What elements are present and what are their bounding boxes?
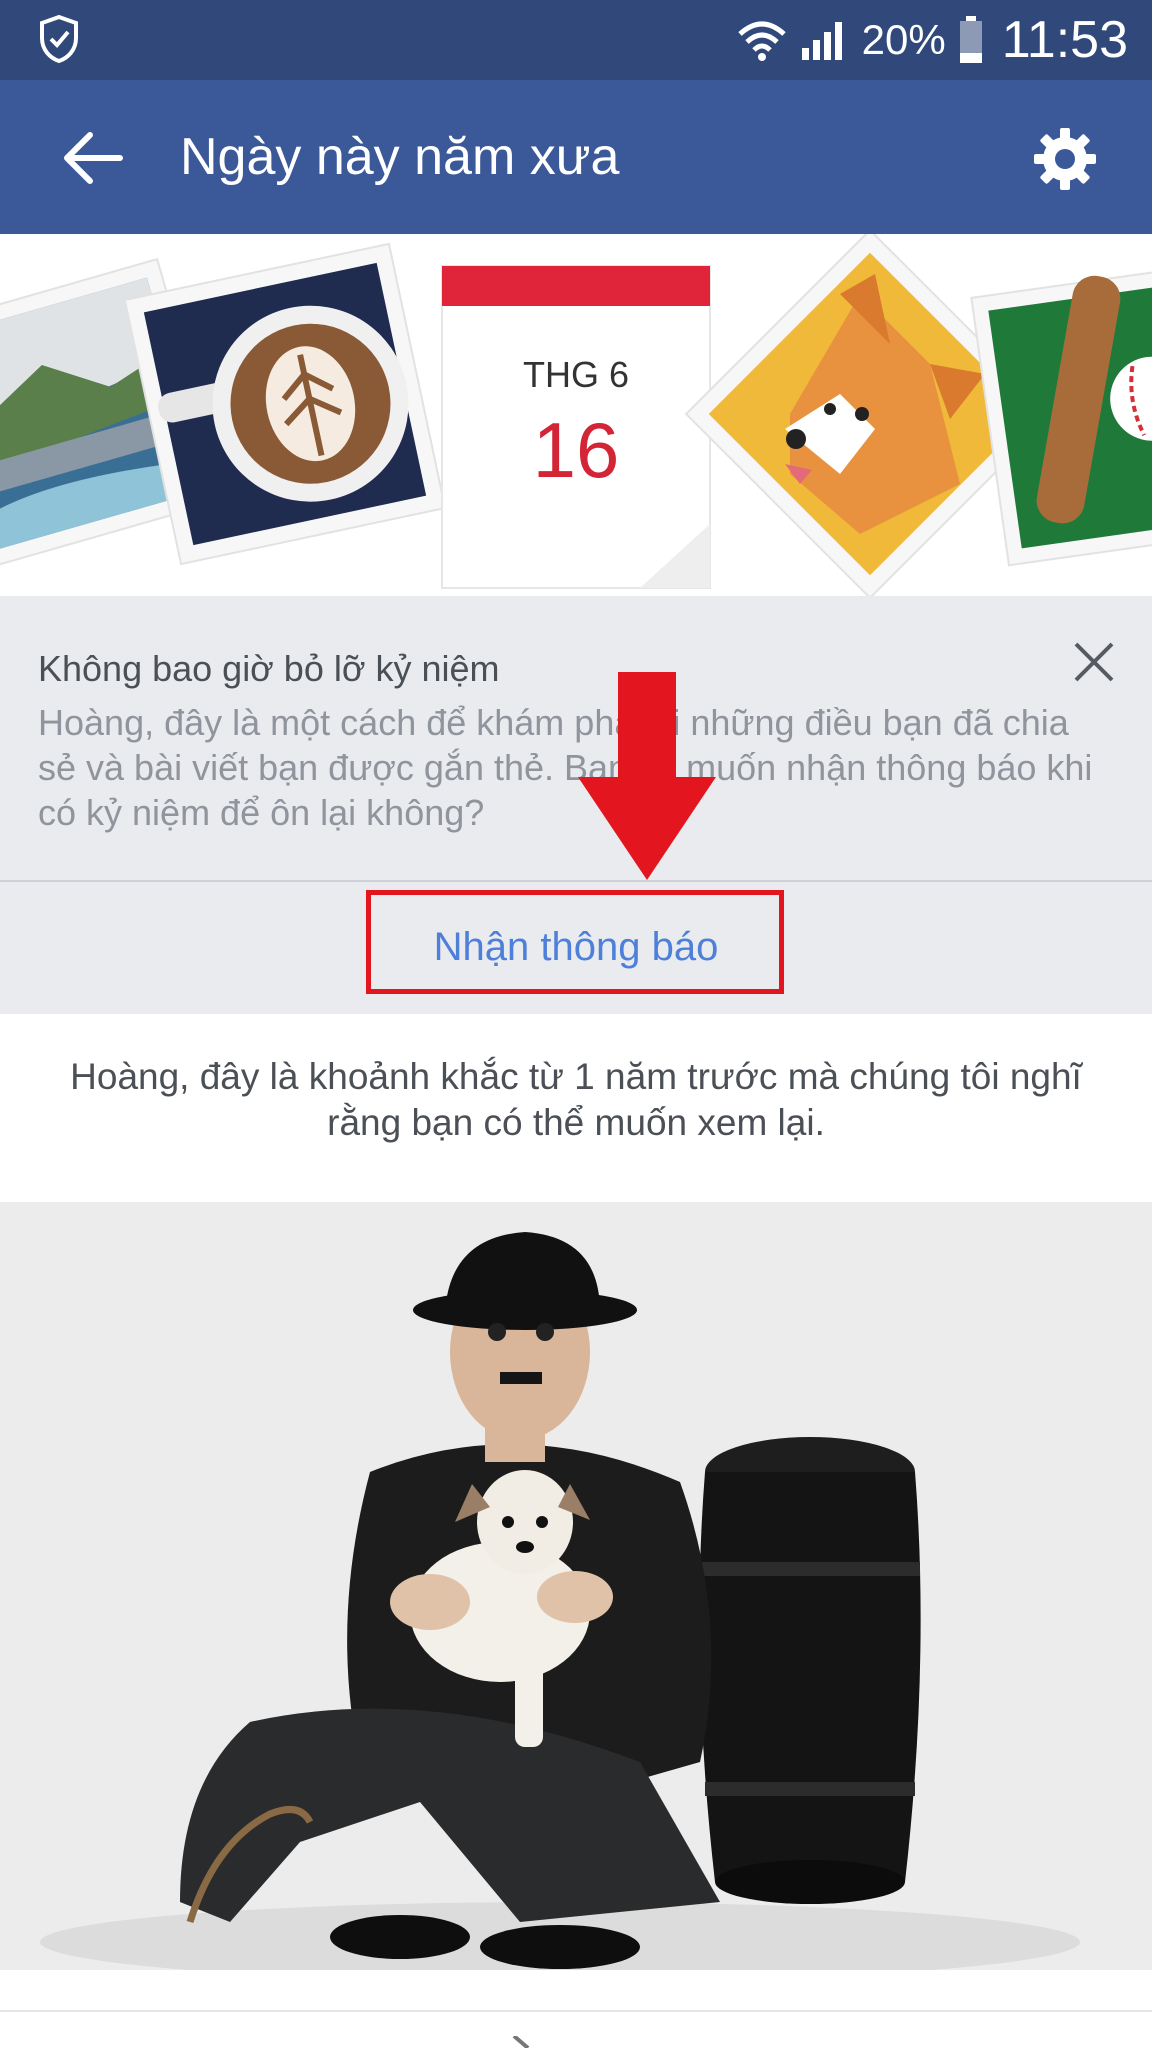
banner-illustration: THG 6 16 — [0, 234, 1152, 596]
annotation-arrow-icon — [578, 672, 716, 880]
tip-card: Không bao giờ bỏ lỡ kỷ niệm Hoàng, đây l… — [0, 596, 1152, 1014]
shield-check-icon — [40, 14, 78, 64]
memory-photo-image — [0, 1202, 1152, 1970]
page-title: Ngày này năm xưa — [180, 128, 620, 186]
tip-title: Không bao giờ bỏ lỡ kỷ niệm — [38, 648, 500, 689]
share-icon[interactable] — [510, 2036, 538, 2048]
baseball-card — [970, 264, 1152, 567]
barrel — [699, 1437, 921, 1904]
tip-body: Hoàng, đây là một cách để khám phá lại n… — [38, 702, 1093, 833]
close-icon[interactable] — [1072, 640, 1116, 684]
wifi-icon — [737, 21, 786, 61]
highlight-box — [366, 890, 784, 994]
divider-bottom — [0, 2010, 1152, 2012]
memory-intro-text: Hoàng, đây là khoảnh khắc từ 1 năm trước… — [70, 1056, 1082, 1143]
memories-banner: THG 6 16 — [0, 234, 1152, 596]
battery-icon — [959, 16, 982, 63]
memory-photo[interactable] — [0, 1202, 1152, 1970]
gear-icon[interactable] — [1030, 124, 1100, 194]
battery-percent: 20% — [861, 16, 946, 63]
calendar-day: 16 — [533, 406, 620, 494]
coffee-card — [123, 242, 447, 566]
back-arrow-icon[interactable] — [60, 125, 126, 191]
calendar-card: THG 6 16 — [441, 265, 711, 589]
status-bar: 20% 11:53 — [0, 0, 1152, 80]
calendar-month: THG 6 — [523, 354, 629, 395]
signal-icon — [801, 22, 842, 60]
app-bar: Ngày này năm xưa — [0, 80, 1152, 234]
clock: 11:53 — [1001, 11, 1128, 69]
